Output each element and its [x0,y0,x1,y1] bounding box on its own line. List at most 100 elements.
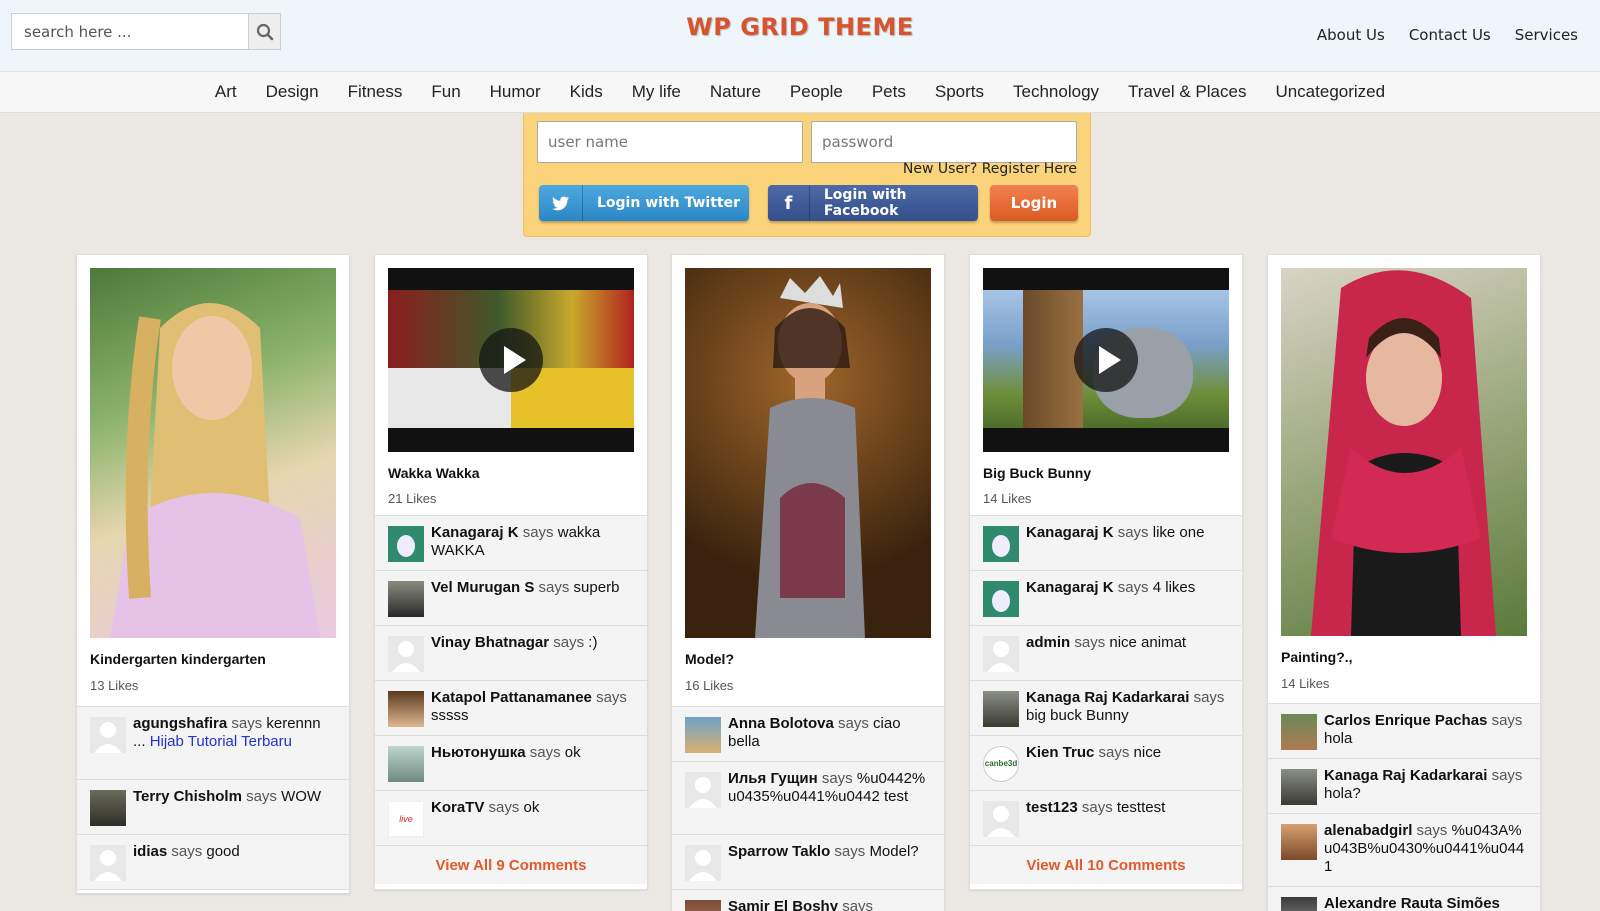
avatar [388,746,424,782]
says-label: says [538,579,570,596]
login-panel: New User? Register Here Login with Twitt… [523,113,1091,237]
category-fitness[interactable]: Fitness [348,82,403,102]
play-icon[interactable] [479,328,543,392]
username-field[interactable] [537,121,803,163]
post-image[interactable] [1281,268,1527,636]
category-humor[interactable]: Humor [490,82,541,102]
commenter-name[interactable]: Alexandre Rauta Simões [1324,895,1500,911]
says-label: says [821,770,853,787]
category-art[interactable]: Art [215,82,237,102]
play-icon[interactable] [1074,328,1138,392]
post-card: Wakka Wakka 21 Likes Kanagaraj K says wa… [374,254,648,890]
says-label: says [1491,712,1523,729]
comment-text: ok [523,799,540,816]
commenter-name[interactable]: Samir El Boshy [728,898,838,911]
commenter-name[interactable]: Terry Chisholm [133,788,242,805]
twitter-icon [539,185,583,221]
category-design[interactable]: Design [266,82,319,102]
avatar-placeholder-icon [685,845,721,881]
commenter-name[interactable]: test123 [1026,799,1078,816]
person-photo [755,276,865,638]
post-image[interactable] [685,268,931,638]
comment-item: Vel Murugan S says superb [375,571,647,626]
comment-item: idias says good [77,835,349,890]
comment-item: Samir El Boshy says [672,890,944,911]
category-my-life[interactable]: My life [632,82,681,102]
login-twitter-button[interactable]: Login with Twitter [539,185,749,221]
commenter-name[interactable]: Vinay Bhatnagar [431,634,549,651]
avatar [388,581,424,617]
commenter-name[interactable]: Katapol Pattanamanee [431,689,592,706]
video-thumbnail[interactable] [983,268,1229,452]
commenter-name[interactable]: alenabadgirl [1324,822,1412,839]
category-fun[interactable]: Fun [431,82,460,102]
login-facebook-button[interactable]: f Login with Facebook [768,185,978,221]
comment-item: live KoraTV says ok [375,791,647,846]
commenter-name[interactable]: idias [133,843,167,860]
contact-us-link[interactable]: Contact Us [1409,26,1491,44]
commenter-name[interactable]: Kanaga Raj Kadarkarai [1026,689,1189,706]
commenter-name[interactable]: Vel Murugan S [431,579,534,596]
comment-item: test123 says testtest [970,791,1242,846]
post-title[interactable]: Kindergarten kindergarten [90,651,266,667]
post-title[interactable]: Painting?., [1281,649,1353,665]
category-uncategorized[interactable]: Uncategorized [1275,82,1385,102]
avatar [1281,769,1317,805]
comment-item: Sparrow Taklo says Model? [672,835,944,890]
commenter-name[interactable]: admin [1026,634,1070,651]
says-label: says [834,843,866,860]
post-image[interactable] [90,268,336,638]
comment-text: hola [1324,730,1353,747]
category-travel-places[interactable]: Travel & Places [1128,82,1246,102]
person-photo [1311,270,1496,636]
commenter-name[interactable]: Kien Truc [1026,744,1094,761]
video-thumbnail[interactable] [388,268,634,452]
commenter-name[interactable]: Carlos Enrique Pachas [1324,712,1487,729]
commenter-name[interactable]: Kanagaraj K [431,524,519,541]
commenter-name[interactable]: Kanaga Raj Kadarkarai [1324,767,1487,784]
category-nav: Art Design Fitness Fun Humor Kids My lif… [0,72,1600,113]
live-badge-text: live [399,814,413,824]
login-button[interactable]: Login [990,185,1078,221]
comment-item: Terry Chisholm says WOW [77,780,349,835]
says-label: says [522,524,554,541]
comment-link[interactable]: Hijab Tutorial Terbaru [150,733,292,750]
login-twitter-label: Login with Twitter [597,195,740,211]
commenter-name[interactable]: Sparrow Taklo [728,843,830,860]
says-label: says [231,715,263,732]
comment-text: sssss [431,707,469,724]
category-pets[interactable]: Pets [872,82,906,102]
commenter-name[interactable]: Anna Bolotova [728,715,834,732]
commenter-name[interactable]: Kanagaraj K [1026,524,1114,541]
person-photo [110,303,320,638]
post-title[interactable]: Big Buck Bunny [983,465,1091,481]
commenter-name[interactable]: Ньютонушка [431,744,526,761]
post-title[interactable]: Model? [685,651,734,667]
commenter-name[interactable]: KoraTV [431,799,484,816]
about-us-link[interactable]: About Us [1317,26,1385,44]
commenter-name[interactable]: Илья Гущин [728,770,818,787]
category-people[interactable]: People [790,82,843,102]
category-technology[interactable]: Technology [1013,82,1099,102]
comment-item: Kanagaraj K says like one [970,516,1242,571]
register-link[interactable]: New User? Register Here [903,161,1077,177]
facebook-icon: f [768,185,810,221]
password-field[interactable] [811,121,1077,163]
services-link[interactable]: Services [1515,26,1578,44]
comment-text: :) [588,634,598,651]
avatar [90,790,126,826]
view-all-comments-link[interactable]: View All 9 Comments [375,846,647,884]
says-label: says [1416,822,1448,839]
category-kids[interactable]: Kids [570,82,603,102]
post-likes: 14 Likes [1281,676,1330,691]
commenter-name[interactable]: agungshafira [133,715,227,732]
commenter-name[interactable]: Kanagaraj K [1026,579,1114,596]
avatar-egg-icon [388,526,424,562]
category-nature[interactable]: Nature [710,82,761,102]
view-all-comments-link[interactable]: View All 10 Comments [970,846,1242,884]
category-sports[interactable]: Sports [935,82,984,102]
says-label: says [1117,524,1149,541]
post-card: Kindergarten kindergarten 13 Likes agung… [76,254,350,894]
post-title[interactable]: Wakka Wakka [388,465,480,481]
comment-item: Kanagaraj K says 4 likes [970,571,1242,626]
